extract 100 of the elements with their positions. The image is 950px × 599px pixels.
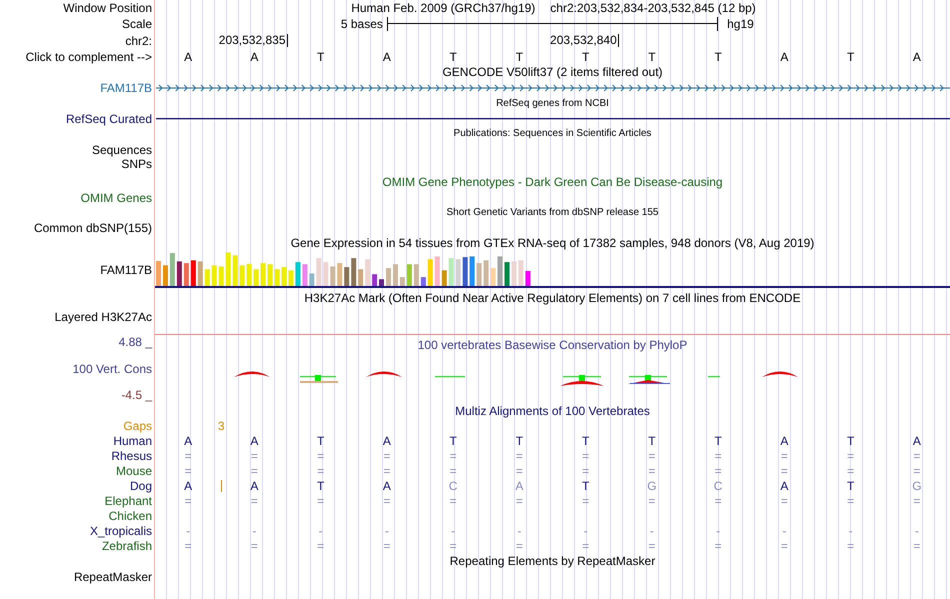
- alignment-base: =: [250, 494, 258, 508]
- alignment-base: =: [847, 464, 854, 478]
- base-letter[interactable]: A: [155, 50, 222, 64]
- alignment-base: =: [184, 448, 192, 462]
- base-letter[interactable]: T: [552, 50, 619, 64]
- alignment-base: T: [648, 434, 656, 448]
- alignment-base: =: [648, 448, 656, 462]
- coordinate-label: 203,532,840: [550, 34, 619, 47]
- track-title: Short Genetic Variants from dbSNP release 155: [446, 206, 658, 220]
- track-label[interactable]: 100 Vert. Cons: [72, 362, 152, 376]
- alignment-base: =: [516, 464, 523, 478]
- track-label[interactable]: Common dbSNP(155): [34, 221, 152, 235]
- axis-label: 4.88 _: [118, 335, 152, 349]
- track-label[interactable]: OMIM Genes: [80, 191, 152, 205]
- base-letter[interactable]: T: [288, 50, 354, 64]
- alignment-base: -: [318, 524, 323, 538]
- track-label[interactable]: Dog: [130, 478, 152, 492]
- alignment-base: T: [582, 434, 590, 448]
- track-label[interactable]: Human: [113, 434, 152, 448]
- track-label: Window Position: [63, 1, 152, 15]
- alignment-base: =: [847, 448, 854, 462]
- alignment-base: -: [848, 524, 853, 538]
- alignment-base: =: [250, 448, 258, 462]
- track-label[interactable]: Click to complement -->: [26, 50, 152, 64]
- base-letter[interactable]: T: [420, 50, 486, 64]
- alignment-base: -: [451, 524, 456, 538]
- alignment-base: =: [383, 494, 390, 508]
- track-label[interactable]: Elephant: [104, 494, 152, 508]
- alignment-base: -: [782, 524, 786, 538]
- alignment-base: =: [913, 464, 920, 478]
- gene-strand-drawing[interactable]: [156, 84, 950, 92]
- gene-line[interactable]: [156, 118, 950, 119]
- alignment-base: =: [913, 448, 920, 462]
- base-letter[interactable]: A: [221, 50, 288, 64]
- alignment-base: A: [184, 434, 192, 448]
- alignment-base: =: [450, 494, 457, 508]
- track-title: RefSeq genes from NCBI: [496, 96, 609, 110]
- alignment-base: =: [317, 464, 324, 478]
- base-letter[interactable]: A: [751, 50, 818, 64]
- alignment-base: =: [648, 494, 656, 508]
- alignment-base: =: [250, 538, 258, 552]
- track-label[interactable]: Rhesus: [111, 448, 152, 462]
- position-text: chr2:203,532,834-203,532,845 (12 bp): [550, 1, 756, 15]
- alignment-base: A: [780, 478, 788, 492]
- base-letter[interactable]: T: [818, 50, 884, 64]
- gap-count: 3: [216, 419, 226, 433]
- alignment-base: =: [648, 464, 656, 478]
- alignment-base: =: [913, 494, 920, 508]
- base-letter[interactable]: T: [618, 50, 685, 64]
- alignment-base: A: [382, 434, 391, 448]
- alignment-base: T: [714, 434, 722, 448]
- alignment-base: =: [780, 464, 788, 478]
- track-label[interactable]: RefSeq Curated: [66, 112, 152, 126]
- scale-assembly: hg19: [726, 17, 755, 31]
- base-letter[interactable]: T: [486, 50, 552, 64]
- alignment-base: =: [450, 464, 457, 478]
- track-label[interactable]: SNPs: [121, 157, 152, 171]
- alignment-base: =: [184, 494, 192, 508]
- alignment-base: T: [846, 434, 854, 448]
- alignment-base: G: [912, 478, 922, 492]
- base-letter[interactable]: A: [354, 50, 420, 64]
- track-label[interactable]: FAM117B: [100, 81, 152, 95]
- base-letter[interactable]: T: [685, 50, 752, 64]
- track-title: Repeating Elements by RepeatMasker: [450, 554, 656, 568]
- alignment-base: A: [515, 478, 524, 492]
- track-title: H3K27Ac Mark (Often Found Near Active Regulatory Elements) on 7 cell lines from ENCODE: [304, 291, 801, 305]
- alignment-base: =: [714, 464, 722, 478]
- alignment-base: -: [914, 524, 919, 538]
- alignment-base: =: [847, 494, 854, 508]
- alignment-base: A: [912, 434, 921, 448]
- alignment-base: =: [780, 494, 788, 508]
- alignment-base: T: [316, 434, 324, 448]
- alignment-base: -: [186, 524, 190, 538]
- alignment-base: =: [516, 494, 523, 508]
- assembly-name: Human Feb. 2009 (GRCh37/hg19): [351, 1, 536, 15]
- track-label[interactable]: Zebrafish: [102, 538, 152, 552]
- alignment-base: =: [383, 538, 390, 552]
- alignment-base: =: [184, 538, 192, 552]
- track-label[interactable]: X_tropicalis: [90, 524, 152, 538]
- track-label[interactable]: Mouse: [116, 464, 152, 478]
- track-title: Publications: Sequences in Scientific Articles: [454, 127, 652, 141]
- alignment-base: =: [648, 538, 656, 552]
- alignment-base: C: [448, 478, 458, 492]
- track-label[interactable]: Chicken: [108, 508, 152, 522]
- track-label: chr2:: [125, 34, 152, 48]
- alignment-base: =: [780, 538, 788, 552]
- alignment-base: -: [517, 524, 522, 538]
- track-label[interactable]: RepeatMasker: [74, 570, 152, 584]
- track-label[interactable]: FAM117B: [100, 262, 152, 276]
- track-label[interactable]: Sequences: [92, 143, 152, 157]
- alignment-base: -: [584, 524, 588, 538]
- alignment-base: A: [250, 478, 258, 492]
- alignment-base: =: [714, 448, 722, 462]
- track-label[interactable]: Layered H3K27Ac: [54, 310, 152, 324]
- alignment-base: =: [516, 538, 523, 552]
- base-letter[interactable]: A: [884, 50, 950, 64]
- alignment-base: =: [714, 538, 722, 552]
- alignment-base: =: [317, 538, 324, 552]
- alignment-base: =: [582, 448, 590, 462]
- alignment-base: =: [582, 538, 590, 552]
